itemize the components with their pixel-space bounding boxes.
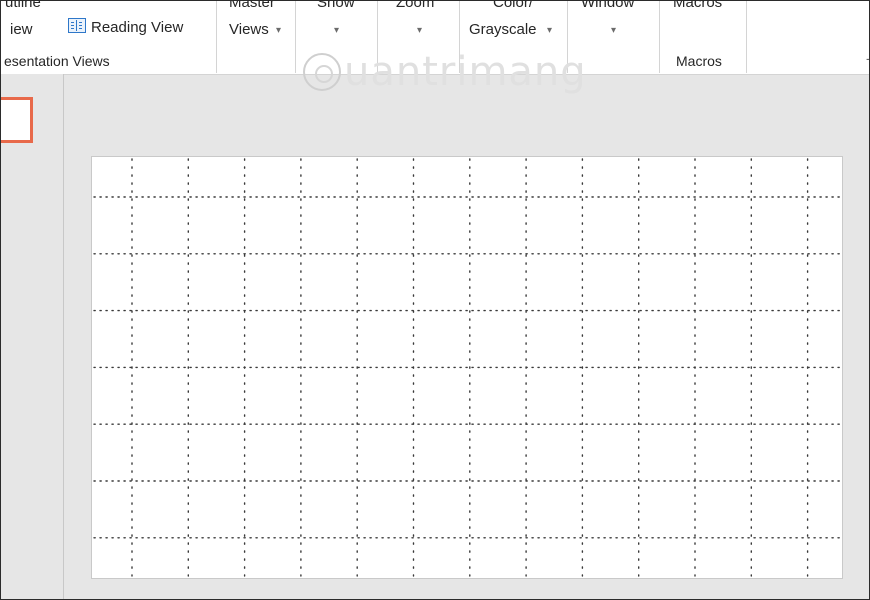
group-separator [746,1,747,73]
app-window: utline iew Reading View esentation Views… [0,0,870,600]
color-grayscale-dropdown-icon: ▾ [547,25,553,36]
outline-view-label-line1: utline [5,0,41,11]
master-views-button[interactable]: Master Views ▾ [221,1,291,49]
watermark-text: uantrimang [344,49,587,95]
show-label: Show [317,0,355,11]
color-grayscale-button[interactable]: Color/ Grayscale ▾ [463,1,563,49]
slide-canvas[interactable] [91,156,843,579]
master-views-dropdown-icon: ▾ [276,25,282,36]
watermark-logo-icon [303,53,341,91]
group-separator [216,1,217,73]
presentation-views-group-label: esentation Views [4,53,110,69]
zoom-label: Zoom [396,0,435,11]
collapse-ribbon-icon[interactable]: ⌃ [857,53,869,72]
outline-view-label-line2: iew [10,21,33,38]
outline-view-button[interactable]: utline iew [1,1,56,49]
slide-thumbnail-pane [1,74,64,599]
reading-view-button[interactable]: Reading View [63,11,203,41]
selected-slide-thumbnail[interactable] [1,97,33,143]
master-views-label-line2: Views [229,21,269,38]
slide-gridlines [93,158,841,577]
ribbon-view-tab: utline iew Reading View esentation Views… [1,1,869,95]
show-dropdown-icon: ▾ [334,25,340,36]
color-grayscale-label-line2: Grayscale [469,21,537,38]
window-label: Window [581,0,635,11]
group-separator [659,1,660,73]
macros-button[interactable]: Macros [663,1,743,49]
group-separator [295,1,296,73]
zoom-dropdown-icon: ▾ [417,25,423,36]
color-grayscale-label-line1: Color/ [493,0,534,11]
show-button[interactable]: Show ▾ [299,1,374,49]
reading-view-icon [68,18,86,33]
window-dropdown-icon: ▾ [611,25,617,36]
zoom-button[interactable]: Zoom ▾ [381,1,456,49]
reading-view-label: Reading View [91,19,184,36]
master-views-label-line1: Master [229,0,275,11]
macros-group-label: Macros [676,53,722,69]
window-button[interactable]: Window ▾ [571,1,656,49]
macros-label: Macros [673,0,723,11]
